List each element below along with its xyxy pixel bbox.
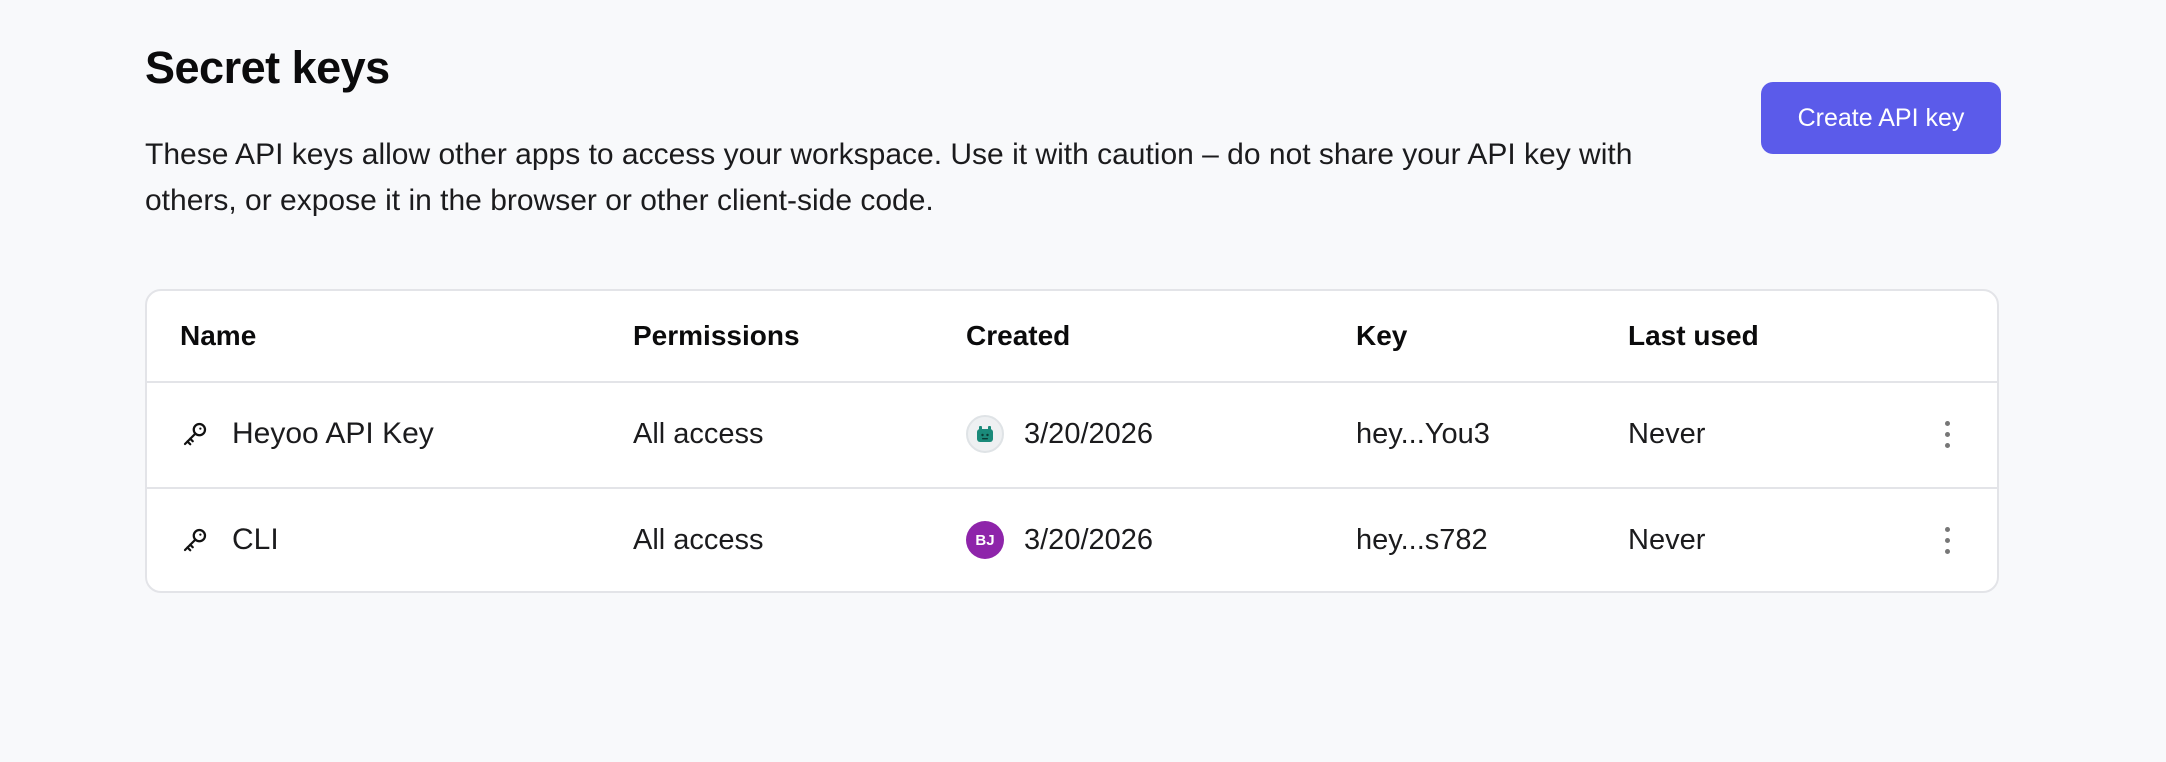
row-actions: [1927, 487, 1967, 593]
created-cell: BJ 3/20/2026: [966, 487, 1153, 593]
key-icon: [180, 419, 210, 449]
column-header-last-used: Last used: [1628, 320, 1759, 351]
key-icon: [180, 525, 210, 555]
table-row[interactable]: CLI All access BJ 3/20/2026 hey...s782 N…: [147, 487, 1997, 593]
table-row[interactable]: Heyoo API Key All access 3/20/2026 hey..…: [147, 381, 1997, 489]
key-cell: hey...You3: [1356, 417, 1490, 450]
column-header-permissions: Permissions: [633, 320, 800, 351]
table-header-row: Name Permissions Created Key Last used: [147, 291, 1997, 383]
column-header-created: Created: [966, 320, 1071, 351]
permissions-cell: All access: [633, 417, 764, 450]
last-used-cell: Never: [1628, 523, 1706, 556]
initials-avatar: BJ: [966, 521, 1004, 559]
name-cell: Heyoo API Key: [180, 381, 434, 487]
more-vertical-icon[interactable]: [1927, 515, 1967, 565]
created-cell: 3/20/2026: [966, 381, 1153, 487]
key-name: CLI: [232, 523, 279, 556]
key-cell: hey...s782: [1356, 523, 1488, 556]
robot-avatar: [966, 415, 1004, 453]
api-keys-table: Name Permissions Created Key Last used H…: [145, 289, 1999, 593]
name-cell: CLI: [180, 487, 279, 593]
row-actions: [1927, 381, 1967, 487]
create-api-key-button[interactable]: Create API key: [1761, 82, 2001, 154]
created-date: 3/20/2026: [1024, 523, 1154, 556]
permissions-cell: All access: [633, 523, 764, 556]
page-title: Secret keys: [145, 42, 390, 93]
key-name: Heyoo API Key: [232, 417, 434, 450]
column-header-name: Name: [180, 320, 257, 351]
last-used-cell: Never: [1628, 417, 1706, 450]
created-date: 3/20/2026: [1024, 417, 1154, 450]
page-description: These API keys allow other apps to acces…: [145, 138, 1633, 217]
column-header-key: Key: [1356, 320, 1408, 351]
more-vertical-icon[interactable]: [1927, 409, 1967, 459]
